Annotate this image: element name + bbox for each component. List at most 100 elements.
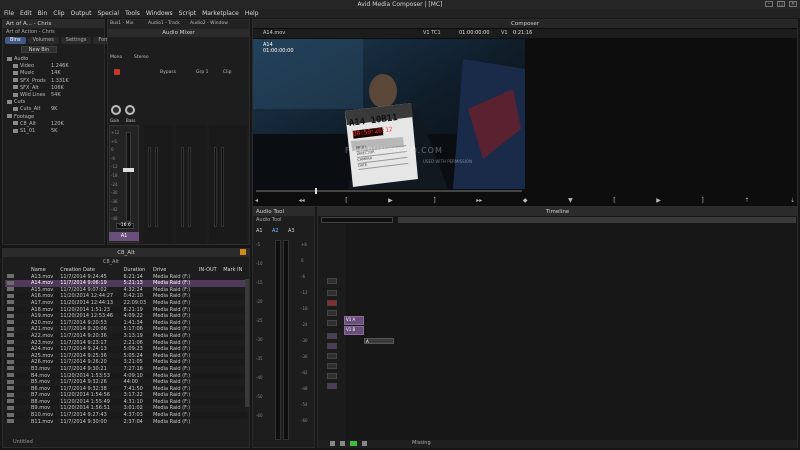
bin-row[interactable]: B4.mov 11/20/2014 1:53:53 4:09:10 Media Rai… bbox=[5, 372, 247, 380]
project-tab-bins[interactable]: Bins bbox=[5, 37, 26, 44]
audio-tool-channel-a3[interactable]: A3 bbox=[288, 228, 295, 234]
record-icon[interactable] bbox=[114, 69, 120, 75]
source-position-indicator[interactable] bbox=[315, 188, 317, 194]
menu-item-edit[interactable]: Edit bbox=[20, 9, 32, 18]
master-clip-icon[interactable] bbox=[7, 373, 14, 377]
master-clip-icon[interactable] bbox=[7, 307, 14, 312]
timeline-search-field[interactable] bbox=[321, 217, 393, 223]
mixer-tab-audio1[interactable]: Audio1 - Track bbox=[148, 21, 180, 26]
master-fader-track[interactable] bbox=[126, 132, 131, 222]
project-bin-item[interactable]: Video 1.246K bbox=[13, 63, 69, 69]
master-clip-icon[interactable] bbox=[7, 293, 14, 298]
project-bin-item[interactable]: SFX_Alt 106K bbox=[13, 85, 64, 91]
record-mark-out-icon[interactable]: ] bbox=[701, 197, 703, 204]
mixer-tab-bus1[interactable]: Bus1 - Mix bbox=[110, 21, 133, 26]
bin-row[interactable]: A17.mov 11/20/2014 12:44:13 22:09:03 Media … bbox=[5, 300, 247, 307]
source-monitor[interactable]: A14 01:00:00:00 A14 10B11 00:59:26:12 PR… bbox=[253, 39, 525, 189]
bin-row[interactable]: B5.mov 11/7/2014 9:32:26 44:00 Media Raid (… bbox=[5, 379, 247, 386]
menu-item-bin[interactable]: Bin bbox=[38, 9, 48, 18]
menu-item-output[interactable]: Output bbox=[71, 9, 92, 18]
bin-column-header[interactable]: Duration bbox=[122, 267, 151, 274]
bin-row[interactable]: A13.mov 11/7/2014 9:24:45 6:21:14 Media Rai… bbox=[5, 274, 247, 281]
track-button[interactable] bbox=[327, 310, 337, 316]
clip-label[interactable]: Clip bbox=[223, 70, 232, 75]
bin-row[interactable]: B7.mov 11/20/2014 1:54:56 3:17:22 Media Rai… bbox=[5, 392, 247, 399]
track-v1-button[interactable] bbox=[327, 333, 337, 339]
bin-column-header[interactable]: Name bbox=[29, 267, 58, 274]
output-track-label[interactable]: A1 bbox=[109, 232, 139, 241]
bin-title[interactable]: C8_Alt bbox=[3, 249, 249, 257]
mark-in-icon[interactable]: ◂ bbox=[255, 197, 258, 204]
master-clip-icon[interactable] bbox=[7, 346, 14, 351]
project-tab-settings[interactable]: Settings bbox=[60, 37, 92, 44]
track-button[interactable] bbox=[327, 290, 337, 296]
tc1-label[interactable]: V1 TC1 bbox=[423, 30, 441, 36]
timeline-tool-icon[interactable] bbox=[330, 441, 335, 446]
menu-item-marketplace[interactable]: Marketplace bbox=[202, 9, 239, 18]
stereo-label[interactable]: Stereo bbox=[134, 55, 149, 60]
master-clip-icon[interactable] bbox=[7, 287, 14, 292]
bin-row[interactable]: B3.mov 11/7/2014 9:30:21 7:27:16 Media Raid… bbox=[5, 366, 247, 373]
project-bin-item[interactable]: C8_Alt 120K bbox=[13, 121, 64, 127]
master-fader-handle[interactable] bbox=[123, 168, 134, 172]
project-folder[interactable]: Footage bbox=[7, 114, 34, 120]
track-button[interactable] bbox=[327, 373, 337, 379]
master-clip-icon[interactable] bbox=[7, 379, 14, 384]
record-mark-in-icon[interactable]: [ bbox=[613, 197, 615, 204]
menu-item-file[interactable]: File bbox=[4, 9, 14, 18]
master-clip-icon[interactable] bbox=[7, 274, 14, 279]
master-clip-icon[interactable] bbox=[7, 333, 14, 338]
bin-row[interactable]: A21.mov 11/7/2014 9:20:06 5:17:06 Media Rai… bbox=[5, 326, 247, 333]
bypass-label[interactable]: Bypass bbox=[160, 70, 176, 75]
bin-fast-menu-icon[interactable] bbox=[240, 249, 246, 255]
timeline-tool-icon[interactable] bbox=[340, 441, 345, 446]
source-clip-name[interactable]: A14.mov bbox=[263, 30, 285, 36]
bin-scrollbar[interactable] bbox=[245, 279, 249, 407]
bin-column-header[interactable]: Creation Date bbox=[58, 267, 121, 274]
master-clip-icon[interactable] bbox=[7, 419, 14, 424]
close-icon[interactable]: × bbox=[789, 1, 797, 7]
project-bin-item[interactable]: Cuts_Alt 9K bbox=[13, 106, 57, 112]
audio-tool-channel-a2[interactable]: A2 bbox=[272, 228, 279, 234]
group-label[interactable]: Grp 1 bbox=[196, 70, 209, 75]
master-clip-icon[interactable] bbox=[7, 326, 14, 331]
master-clip-icon[interactable] bbox=[7, 386, 14, 391]
overwrite-icon[interactable]: ▼ bbox=[568, 197, 573, 204]
master-clip-icon[interactable] bbox=[7, 399, 14, 404]
project-folder[interactable]: Cuts bbox=[7, 99, 25, 105]
menu-item-help[interactable]: Help bbox=[245, 9, 259, 18]
track-button[interactable] bbox=[327, 383, 337, 389]
bin-row[interactable]: A26.mov 11/7/2014 9:26:20 3:21:05 Media Rai… bbox=[5, 359, 247, 366]
master-clip-icon[interactable] bbox=[7, 313, 14, 318]
bin-column-header[interactable]: IN-OUT bbox=[197, 267, 221, 274]
mark-out-bracket-icon[interactable]: ] bbox=[433, 197, 435, 204]
extract-icon[interactable]: ⇣ bbox=[790, 197, 795, 204]
gain-knob-icon[interactable] bbox=[111, 105, 121, 115]
bin-row[interactable]: A16.mov 11/20/2014 12:44:27 0:42:10 Media R… bbox=[5, 293, 247, 300]
track-button[interactable] bbox=[327, 353, 337, 359]
master-clip-icon[interactable] bbox=[7, 280, 14, 285]
mixer-tab-audio2[interactable]: Audio2 - Window bbox=[190, 21, 228, 26]
project-bin-item[interactable]: S1_01 5K bbox=[13, 128, 57, 134]
project-tab-volumes[interactable]: Volumes bbox=[27, 37, 59, 44]
maximize-icon[interactable]: □ bbox=[777, 1, 785, 7]
mono-label[interactable]: Mono bbox=[110, 55, 122, 60]
timeline-clip[interactable]: V1 A bbox=[344, 316, 364, 325]
bin-row[interactable]: B6.mov 11/7/2014 9:32:38 7:41:50 Media Raid… bbox=[5, 385, 247, 393]
bin-row[interactable]: A14.mov 11/7/2014 9:06:19 5:21:13 Media Rai… bbox=[5, 280, 247, 287]
bin-row[interactable]: A20.mov 11/7/2014 9:20:53 1:41:34 Media Rai… bbox=[5, 319, 247, 327]
menu-item-special[interactable]: Special bbox=[97, 9, 119, 18]
bin-column-header[interactable]: Mark IN bbox=[221, 267, 247, 274]
bin-row[interactable]: B11.mov 11/7/2014 9:30:00 2:37:04 Media Rai… bbox=[5, 419, 247, 426]
mark-in-bracket-icon[interactable]: [ bbox=[345, 197, 347, 204]
menu-item-clip[interactable]: Clip bbox=[53, 9, 64, 18]
bin-row[interactable]: A23.mov 11/7/2014 9:23:17 2:21:06 Media Rai… bbox=[5, 340, 247, 347]
bin-row[interactable]: A15.mov 11/7/2014 9:07:02 4:32:24 Media Rai… bbox=[5, 287, 247, 294]
timeline-video-quality-icon[interactable] bbox=[350, 441, 357, 446]
bin-row[interactable]: A19.mov 11/20/2014 12:53:46 4:09:22 Media R… bbox=[5, 313, 247, 320]
bin-row[interactable]: A18.mov 11/20/2014 1:51:23 8:21:19 Media Ra… bbox=[5, 306, 247, 314]
minimize-icon[interactable]: – bbox=[765, 1, 773, 7]
timeline-time-ruler[interactable] bbox=[398, 217, 796, 223]
master-clip-icon[interactable] bbox=[7, 392, 14, 397]
master-clip-icon[interactable] bbox=[7, 300, 14, 305]
